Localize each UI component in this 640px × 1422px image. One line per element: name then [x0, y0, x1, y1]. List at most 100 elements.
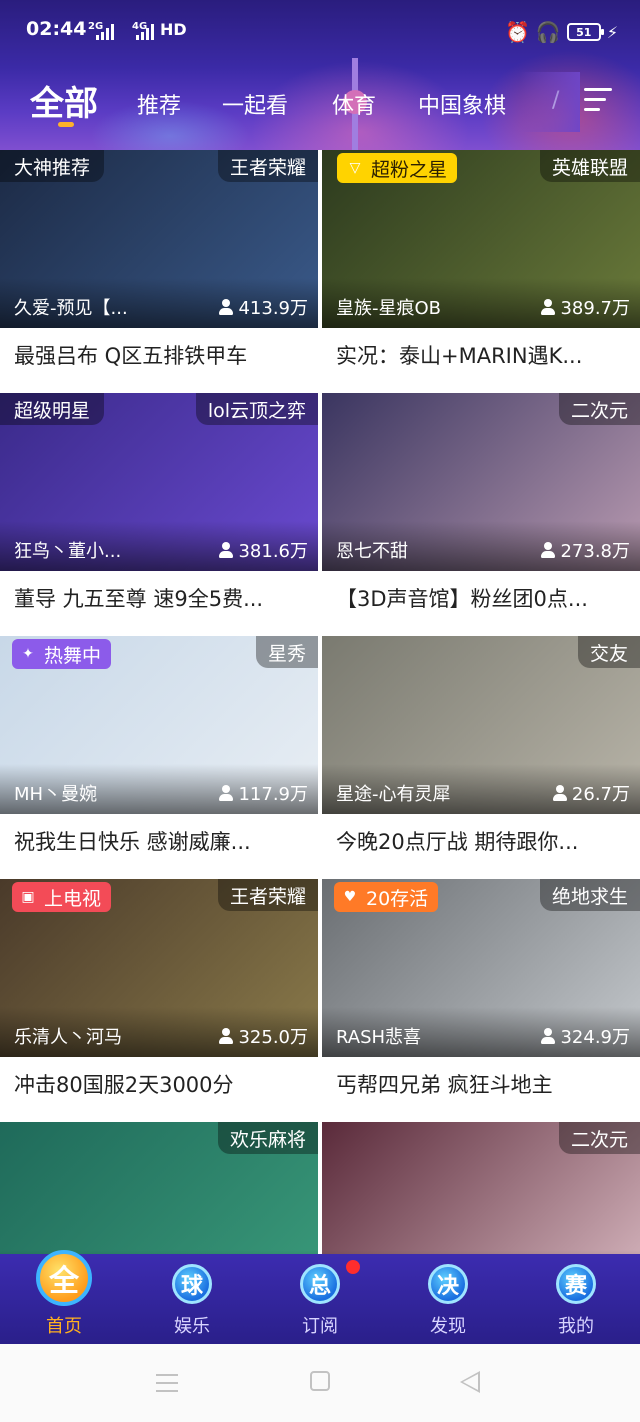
signal-bars-icon	[136, 24, 154, 40]
room-title[interactable]: 今晚20点厅战 期待跟你...	[336, 826, 630, 856]
nav-label: 发现	[430, 1316, 466, 1337]
nav-item-2[interactable]: 球娱乐	[128, 1254, 256, 1344]
stream-thumbnail[interactable]: 二次元 恩七不甜 273.8万	[322, 393, 640, 571]
nav-item-3[interactable]: 总订阅	[256, 1254, 384, 1344]
streamer-name: RASH悲喜	[336, 1027, 422, 1048]
live-room-card[interactable]: 二次元	[322, 1122, 640, 1254]
live-room-grid: 大神推荐 王者荣耀 久爱-预见【... 413.9万 最强吕布 Q区五排铁甲车 ▽ 超粉之星…	[0, 150, 640, 1254]
room-title[interactable]: 实况：泰山+MARIN遇K...	[336, 340, 630, 370]
stream-thumbnail[interactable]: ♥ 20存活 绝地求生 RASH悲喜 324.9万	[322, 879, 640, 1057]
live-room-card[interactable]: 超级明星 lol云顶之弈狂鸟丶董小... 381.6万董导 九五至尊 速9全5费..…	[0, 393, 318, 636]
active-tab-indicator	[58, 122, 74, 127]
status-bar: 02:44 2G 4G HD ⏰ 🎧 51 ⚡	[0, 14, 640, 50]
nav-item-5[interactable]: 赛我的	[512, 1254, 640, 1344]
game-category-label: 欢乐麻将	[217, 1122, 318, 1154]
viewer-count-value: 324.9万	[560, 1027, 630, 1048]
tab-chinese-chess[interactable]: 中国象棋	[418, 88, 506, 120]
nav-item-4[interactable]: 决发现	[384, 1254, 512, 1344]
nav-label: 我的	[558, 1316, 594, 1337]
viewer-count-value: 389.7万	[560, 298, 630, 319]
recent-apps-icon[interactable]	[156, 1374, 178, 1398]
room-title[interactable]: 董导 九五至尊 速9全5费...	[14, 583, 308, 613]
alarm-icon: ⏰	[505, 20, 530, 44]
streamer-name: 狂鸟丶董小...	[14, 541, 122, 562]
tab-sports[interactable]: 体育	[332, 88, 376, 120]
viewer-count-value: 325.0万	[238, 1027, 308, 1048]
badge-label: 大神推荐	[14, 156, 91, 179]
stream-thumbnail[interactable]: ✦ 热舞中 星秀 MH丶曼婉 117.9万	[0, 636, 318, 814]
viewer-icon	[219, 1028, 234, 1044]
room-badge: ▽ 超粉之星	[337, 153, 458, 183]
stream-thumbnail[interactable]: ▣ 上电视 王者荣耀 乐清人丶河马 325.0万	[0, 879, 318, 1057]
viewer-count: 117.9万	[219, 780, 308, 806]
status-time: 02:44	[26, 18, 87, 40]
stream-thumbnail[interactable]: 二次元	[322, 1122, 640, 1254]
game-category-label: 星秀	[255, 636, 318, 668]
home-square-icon[interactable]	[310, 1371, 330, 1391]
tabs-fade	[520, 72, 580, 132]
nav-item-1[interactable]: 全首页	[0, 1250, 128, 1344]
game-category-label: 王者荣耀	[217, 879, 318, 911]
live-room-card[interactable]: 大神推荐 王者荣耀久爱-预见【... 413.9万最强吕布 Q区五排铁甲车	[0, 150, 318, 393]
home-icon: 全	[36, 1250, 92, 1306]
room-badge: 超级明星	[0, 393, 105, 425]
viewer-count: 26.7万	[552, 780, 630, 806]
game-category-label: 二次元	[558, 1122, 640, 1154]
notification-dot	[346, 1260, 360, 1274]
badge-icon: ♥	[343, 889, 357, 905]
live-room-card[interactable]: 欢乐麻将	[0, 1122, 318, 1254]
menu-icon	[584, 88, 612, 91]
game-category-label: 绝地求生	[539, 879, 640, 911]
charging-icon: ⚡	[606, 22, 619, 42]
live-room-card[interactable]: ▣ 上电视 王者荣耀 乐清人丶河马 325.0万冲击80国服2天3000分	[0, 879, 318, 1122]
viewer-count-value: 413.9万	[238, 298, 308, 319]
stream-thumbnail[interactable]: 交友 星途-心有灵犀 26.7万	[322, 636, 640, 814]
live-room-card[interactable]: ▽ 超粉之星 英雄联盟 皇族-星痕OB 389.7万 实况：泰山+MARIN遇K...	[322, 150, 640, 393]
viewer-count: 381.6万	[219, 537, 308, 563]
tab-recommend[interactable]: 推荐	[137, 88, 181, 120]
back-triangle-icon[interactable]	[460, 1371, 480, 1393]
live-room-card[interactable]: ♥ 20存活 绝地求生 RASH悲喜 324.9万丐帮四兄弟 疯狂斗地主	[322, 879, 640, 1122]
room-title[interactable]: 祝我生日快乐 感谢威廉...	[14, 826, 308, 856]
game-category-label: 王者荣耀	[217, 150, 318, 182]
tab-watch-together[interactable]: 一起看	[222, 88, 288, 120]
status-icons: ⏰ 🎧 51 ⚡	[505, 20, 618, 44]
streamer-name: MH丶曼婉	[14, 784, 98, 805]
room-badge: ✦ 热舞中	[12, 639, 112, 669]
room-title[interactable]: 【3D声音馆】粉丝团0点...	[336, 583, 630, 613]
tab-all[interactable]: 全部	[30, 76, 98, 125]
signal-bars-icon	[96, 24, 114, 40]
viewer-count-value: 381.6万	[238, 541, 308, 562]
stream-thumbnail[interactable]: 超级明星 lol云顶之弈狂鸟丶董小... 381.6万	[0, 393, 318, 571]
viewer-count: 389.7万	[541, 294, 630, 320]
streamer-name: 久爱-预见【...	[14, 298, 128, 319]
badge-label: 超级明星	[14, 399, 91, 422]
room-title[interactable]: 冲击80国服2天3000分	[14, 1069, 308, 1099]
viewer-count-value: 273.8万	[560, 541, 630, 562]
game-category-label: 交友	[577, 636, 640, 668]
streamer-name: 皇族-星痕OB	[336, 298, 442, 319]
room-badge: ♥ 20存活	[334, 882, 439, 912]
stream-thumbnail[interactable]: 欢乐麻将	[0, 1122, 318, 1254]
nav-label: 订阅	[302, 1316, 338, 1337]
live-room-card[interactable]: ✦ 热舞中 星秀 MH丶曼婉 117.9万祝我生日快乐 感谢威廉...	[0, 636, 318, 879]
bottom-navigation: 全首页球娱乐总订阅决发现赛我的	[0, 1250, 640, 1344]
category-menu-button[interactable]	[584, 88, 612, 114]
nav-label: 首页	[46, 1316, 82, 1337]
room-badge: 大神推荐	[0, 150, 105, 182]
game-category-label: lol云顶之弈	[195, 393, 318, 425]
viewer-icon	[541, 299, 556, 315]
stream-thumbnail[interactable]: 大神推荐 王者荣耀久爱-预见【... 413.9万	[0, 150, 318, 328]
live-room-card[interactable]: 二次元 恩七不甜 273.8万【3D声音馆】粉丝团0点...	[322, 393, 640, 636]
game-category-label: 二次元	[558, 393, 640, 425]
viewer-icon	[219, 542, 234, 558]
live-room-card[interactable]: 交友 星途-心有灵犀 26.7万今晚20点厅战 期待跟你...	[322, 636, 640, 879]
entertainment-icon: 球	[172, 1264, 212, 1304]
discover-icon: 决	[428, 1264, 468, 1304]
room-title[interactable]: 最强吕布 Q区五排铁甲车	[14, 340, 308, 370]
stream-thumbnail[interactable]: ▽ 超粉之星 英雄联盟 皇族-星痕OB 389.7万	[322, 150, 640, 328]
room-title[interactable]: 丐帮四兄弟 疯狂斗地主	[336, 1069, 630, 1099]
profile-icon: 赛	[556, 1264, 596, 1304]
nav-label: 娱乐	[174, 1316, 210, 1337]
subscribe-icon: 总	[300, 1264, 340, 1304]
